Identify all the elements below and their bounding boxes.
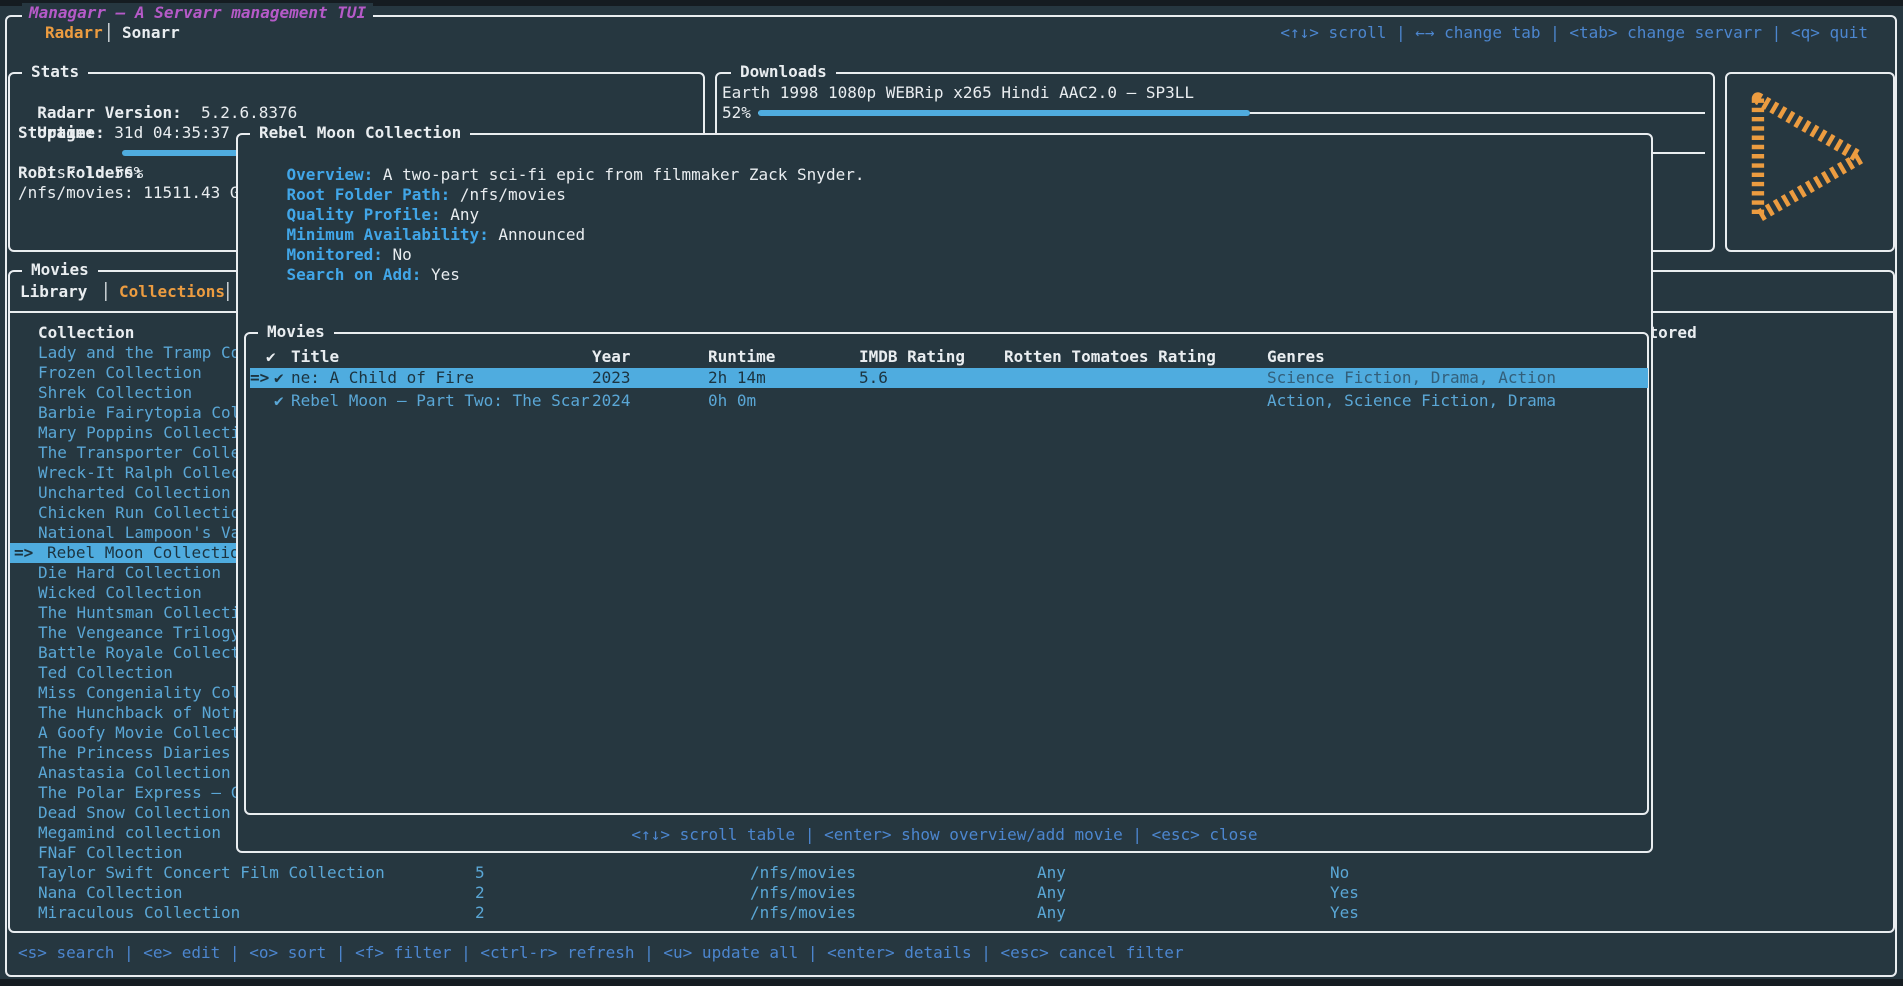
tab-radarr[interactable]: Radarr — [45, 23, 103, 43]
list-item[interactable]: Miss Congeniality Col — [38, 683, 240, 703]
list-item[interactable]: Ted Collection — [38, 663, 173, 683]
modal-movies-table-box: Movies ✔ Title Year Runtime IMDB Rating … — [244, 332, 1649, 815]
row-quality: Any — [1037, 903, 1066, 923]
movie-year: 2024 — [592, 391, 631, 411]
list-item[interactable]: National Lampoon's Va — [38, 523, 240, 543]
list-item[interactable]: Wreck-It Ralph Collec — [38, 463, 240, 483]
list-item[interactable]: The Hunchback of Notr — [38, 703, 240, 723]
row-movie-count: 5 — [475, 863, 485, 883]
movie-genres: Action, Science Fiction, Drama — [1267, 391, 1556, 411]
col-runtime: Runtime — [708, 347, 775, 367]
list-item[interactable]: Shrek Collection — [38, 383, 192, 403]
field-search-on-add: Search on Add:Yes — [248, 245, 460, 305]
collection-details-modal: Rebel Moon Collection Overview:A two-par… — [236, 133, 1653, 853]
row-quality: Any — [1037, 883, 1066, 903]
row-search-on-add: No — [1330, 863, 1349, 883]
list-item[interactable]: Battle Royale Collect — [38, 643, 240, 663]
col-title: Title — [291, 347, 339, 367]
row-name: Miraculous Collection — [38, 903, 240, 923]
row-search-on-add: Yes — [1330, 883, 1359, 903]
row-search-on-add: Yes — [1330, 903, 1359, 923]
download-item-percent: 52% — [722, 103, 751, 123]
col-genres: Genres — [1267, 347, 1325, 367]
row-root-folder: /nfs/movies — [750, 903, 856, 923]
collection-column-header: Collection — [38, 323, 134, 343]
movie-runtime: 0h 0m — [708, 391, 756, 411]
movie-title[interactable]: ne: A Child of Fire — [291, 368, 474, 388]
movie-runtime: 2h 14m — [708, 368, 766, 388]
screen-bottom-strip — [0, 979, 1903, 986]
list-item[interactable]: FNaF Collection — [38, 843, 183, 863]
managarr-play-logo-icon — [1735, 82, 1885, 242]
list-item-selected[interactable]: Rebel Moon Collection — [47, 543, 249, 563]
list-item[interactable]: Anastasia Collection — [38, 763, 231, 783]
download-progress-fill — [758, 110, 1250, 116]
row-movie-count: 2 — [475, 883, 485, 903]
list-item[interactable]: Die Hard Collection — [38, 563, 221, 583]
list-item[interactable]: The Polar Express – C — [38, 783, 240, 803]
movie-title[interactable]: Rebel Moon – Part Two: The Scar — [291, 391, 590, 411]
list-item[interactable]: Barbie Fairytopia Col — [38, 403, 240, 423]
bottom-keybind-help: <s> search | <e> edit | <o> sort | <f> f… — [18, 943, 1184, 963]
row-root-folder: /nfs/movies — [750, 863, 856, 883]
list-item[interactable]: A Goofy Movie Collect — [38, 723, 240, 743]
movie-monitored-check: ✔ — [274, 368, 284, 388]
list-item[interactable]: Frozen Collection — [38, 363, 202, 383]
movie-imdb-rating: 5.6 — [859, 368, 888, 388]
row-root-folder: /nfs/movies — [750, 883, 856, 903]
movies-panel-title: Movies — [22, 260, 98, 280]
list-item[interactable]: The Huntsman Collecti — [38, 603, 240, 623]
movie-year: 2023 — [592, 368, 631, 388]
movies-tab-separator-2: │ — [223, 282, 233, 302]
row-quality: Any — [1037, 863, 1066, 883]
list-item[interactable]: Mary Poppins Collecti — [38, 423, 240, 443]
stat-root-folder-usage: /nfs/movies: 11511.43 GB — [18, 183, 249, 203]
list-item[interactable]: Wicked Collection — [38, 583, 202, 603]
selection-arrow: => — [14, 543, 33, 563]
movies-tab-separator: │ — [101, 282, 111, 302]
stat-root-folders-label: Root Folders: — [18, 163, 143, 183]
movie-monitored-check: ✔ — [274, 391, 284, 411]
list-item[interactable]: Dead Snow Collection — [38, 803, 231, 823]
col-rotten-tomatoes-rating: Rotten Tomatoes Rating — [1004, 347, 1216, 367]
list-item[interactable]: The Princess Diaries — [38, 743, 231, 763]
stat-storage-label: Storage: — [18, 123, 95, 143]
list-item[interactable]: Chicken Run Collectio — [38, 503, 240, 523]
modal-keybind-help: <↑↓> scroll table | <enter> show overvie… — [238, 825, 1651, 845]
list-item[interactable]: The Transporter Colle — [38, 443, 240, 463]
tab-sonarr[interactable]: Sonarr — [122, 23, 180, 43]
downloads-panel-title: Downloads — [731, 62, 836, 82]
download-item-name: Earth 1998 1080p WEBRip x265 Hindi AAC2.… — [722, 83, 1194, 103]
top-keybind-help: <↑↓> scroll | ←→ change tab | <tab> chan… — [1280, 23, 1868, 43]
tab-separator: │ — [104, 23, 114, 43]
modal-movies-table-title: Movies — [258, 322, 334, 342]
row-name: Taylor Swift Concert Film Collection — [38, 863, 385, 883]
list-item[interactable]: Megamind collection — [38, 823, 221, 843]
tab-library[interactable]: Library — [20, 282, 87, 302]
row-name: Nana Collection — [38, 883, 183, 903]
col-year: Year — [592, 347, 631, 367]
list-item[interactable]: Lady and the Tramp Co — [38, 343, 240, 363]
col-check: ✔ — [266, 347, 276, 367]
app-title: Managarr – A Servarr management TUI — [22, 3, 373, 23]
logo-panel — [1725, 72, 1895, 252]
selection-arrow: => — [250, 368, 269, 388]
stats-panel-title: Stats — [22, 62, 88, 82]
tab-collections[interactable]: Collections — [119, 282, 225, 302]
row-movie-count: 2 — [475, 903, 485, 923]
modal-title: Rebel Moon Collection — [250, 123, 470, 143]
col-imdb-rating: IMDB Rating — [859, 347, 965, 367]
list-item[interactable]: Uncharted Collection — [38, 483, 231, 503]
movie-genres: Science Fiction, Drama, Action — [1267, 368, 1556, 388]
list-item[interactable]: The Vengeance Trilogy — [38, 623, 240, 643]
